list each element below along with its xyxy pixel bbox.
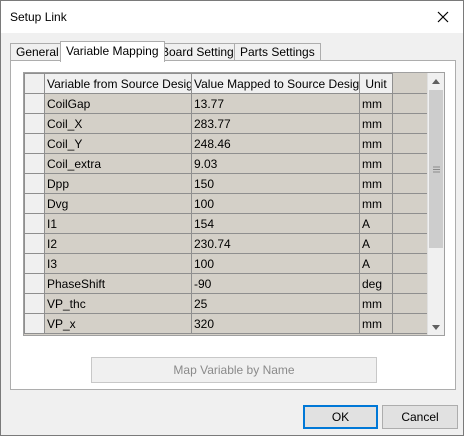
scroll-up-button[interactable] — [428, 73, 444, 89]
variable-cell[interactable]: Coil_extra — [44, 153, 192, 174]
variable-cell[interactable]: PhaseShift — [44, 273, 192, 294]
row-header[interactable] — [24, 253, 45, 274]
tab-variable-mapping[interactable]: Variable Mapping — [60, 41, 165, 62]
row-filler — [392, 153, 431, 174]
value-cell[interactable]: 230.74 — [191, 233, 360, 254]
grid-vertical-scrollbar[interactable] — [427, 73, 444, 335]
scroll-thumb[interactable] — [429, 90, 443, 248]
arrow-up-icon — [432, 78, 440, 84]
variable-cell[interactable]: CoilGap — [44, 93, 192, 114]
unit-cell[interactable]: mm — [359, 153, 393, 174]
unit-cell[interactable]: mm — [359, 133, 393, 154]
value-cell[interactable]: 25 — [191, 293, 360, 314]
value-cell[interactable]: 320 — [191, 313, 360, 334]
variable-cell[interactable]: I1 — [44, 213, 192, 234]
row-filler — [392, 273, 431, 294]
row-header[interactable] — [24, 193, 45, 214]
row-filler — [392, 133, 431, 154]
column-header-unit[interactable]: Unit — [359, 73, 393, 94]
row-header[interactable] — [24, 273, 45, 294]
unit-cell[interactable]: mm — [359, 93, 393, 114]
table-row[interactable]: I2 230.74 A — [24, 233, 431, 254]
cancel-button[interactable]: Cancel — [382, 405, 458, 429]
table-row[interactable]: I1 154 A — [24, 213, 431, 234]
setup-link-dialog: Setup Link General Variable Mapping Boar… — [0, 0, 464, 436]
table-row[interactable]: Coil_Y 248.46 mm — [24, 133, 431, 154]
variable-cell[interactable]: I2 — [44, 233, 192, 254]
row-header[interactable] — [24, 233, 45, 254]
table-row[interactable]: CoilGap 13.77 mm — [24, 93, 431, 114]
row-filler — [392, 293, 431, 314]
close-button[interactable] — [423, 1, 463, 33]
table-row[interactable]: PhaseShift -90 deg — [24, 273, 431, 294]
table-row[interactable]: VP_x 320 mm — [24, 313, 431, 334]
variable-cell[interactable]: VP_thc — [44, 293, 192, 314]
table-row[interactable]: Coil_X 283.77 mm — [24, 113, 431, 134]
unit-cell[interactable]: mm — [359, 313, 393, 334]
row-filler — [392, 113, 431, 134]
ok-button[interactable]: OK — [303, 405, 378, 429]
value-cell[interactable]: 13.77 — [191, 93, 360, 114]
unit-cell[interactable]: A — [359, 233, 393, 254]
arrow-down-icon — [432, 324, 440, 330]
unit-cell[interactable]: deg — [359, 273, 393, 294]
title-bar: Setup Link — [1, 1, 463, 33]
row-filler — [392, 313, 431, 334]
column-header-variable[interactable]: Variable from Source Design — [44, 73, 192, 94]
window-title: Setup Link — [10, 10, 67, 24]
row-header[interactable] — [24, 313, 45, 334]
unit-cell[interactable]: A — [359, 253, 393, 274]
unit-cell[interactable]: mm — [359, 113, 393, 134]
table-row[interactable]: Dvg 100 mm — [24, 193, 431, 214]
tab-parts-settings[interactable]: Parts Settings — [234, 43, 321, 61]
grid-header-row: Variable from Source Design Value Mapped… — [24, 73, 431, 94]
variable-cell[interactable]: Coil_Y — [44, 133, 192, 154]
unit-cell[interactable]: mm — [359, 293, 393, 314]
column-header-value[interactable]: Value Mapped to Source Design — [191, 73, 360, 94]
variable-cell[interactable]: Dvg — [44, 193, 192, 214]
unit-cell[interactable]: A — [359, 213, 393, 234]
value-cell[interactable]: -90 — [191, 273, 360, 294]
row-filler — [392, 233, 431, 254]
row-header[interactable] — [24, 133, 45, 154]
variable-mapping-panel: Variable from Source Design Value Mapped… — [10, 60, 456, 390]
value-cell[interactable]: 150 — [191, 173, 360, 194]
variable-cell[interactable]: Dpp — [44, 173, 192, 194]
row-header[interactable] — [24, 213, 45, 234]
value-cell[interactable]: 283.77 — [191, 113, 360, 134]
row-header[interactable] — [24, 173, 45, 194]
variable-cell[interactable]: VP_x — [44, 313, 192, 334]
row-filler — [392, 193, 431, 214]
row-header[interactable] — [24, 93, 45, 114]
row-header[interactable] — [24, 293, 45, 314]
table-row[interactable]: VP_thc 25 mm — [24, 293, 431, 314]
unit-cell[interactable]: mm — [359, 193, 393, 214]
tab-general[interactable]: General — [10, 43, 65, 61]
grid-corner-cell[interactable] — [24, 73, 45, 94]
grip-icon — [432, 166, 440, 172]
value-cell[interactable]: 248.46 — [191, 133, 360, 154]
close-icon — [437, 11, 449, 23]
row-filler — [392, 93, 431, 114]
map-variable-by-name-button[interactable]: Map Variable by Name — [91, 357, 377, 383]
unit-cell[interactable]: mm — [359, 173, 393, 194]
row-header[interactable] — [24, 113, 45, 134]
table-row[interactable]: I3 100 A — [24, 253, 431, 274]
variable-mapping-grid: Variable from Source Design Value Mapped… — [23, 72, 445, 336]
value-cell[interactable]: 9.03 — [191, 153, 360, 174]
variable-cell[interactable]: I3 — [44, 253, 192, 274]
value-cell[interactable]: 100 — [191, 253, 360, 274]
grid-header-filler — [392, 73, 431, 94]
row-header[interactable] — [24, 153, 45, 174]
value-cell[interactable]: 100 — [191, 193, 360, 214]
table-row[interactable]: Coil_extra 9.03 mm — [24, 153, 431, 174]
row-filler — [392, 253, 431, 274]
row-filler — [392, 173, 431, 194]
variable-cell[interactable]: Coil_X — [44, 113, 192, 134]
table-row[interactable]: Dpp 150 mm — [24, 173, 431, 194]
value-cell[interactable]: 154 — [191, 213, 360, 234]
scroll-down-button[interactable] — [428, 319, 444, 335]
tab-board-settings[interactable]: Board Settings — [155, 43, 246, 61]
row-filler — [392, 213, 431, 234]
